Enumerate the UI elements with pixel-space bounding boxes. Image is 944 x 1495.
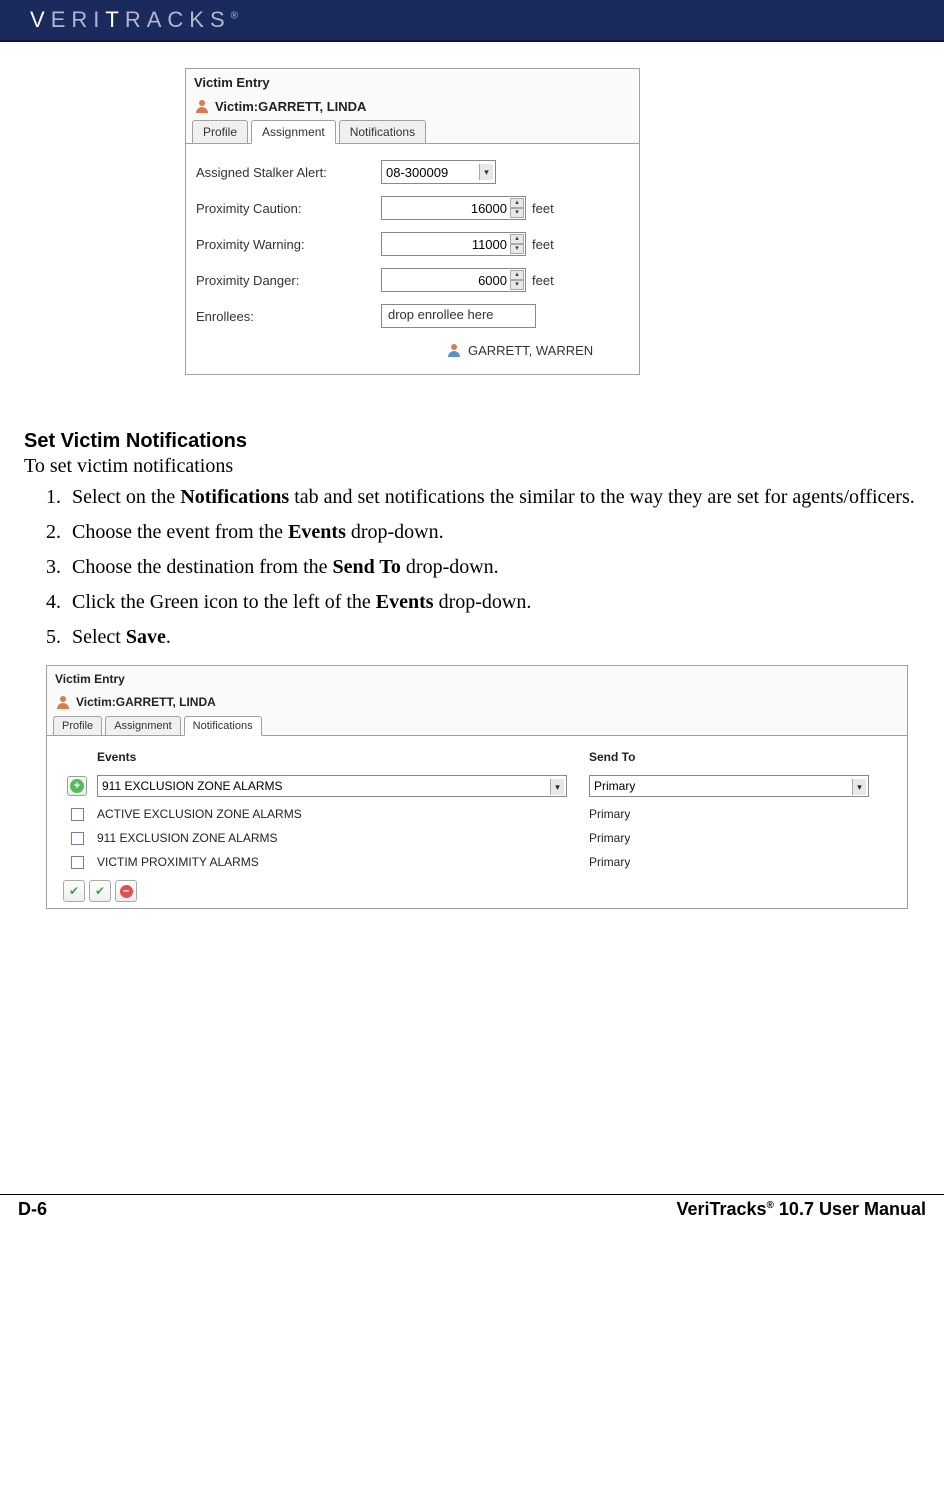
- step-item: Select on the Notifications tab and set …: [66, 484, 920, 511]
- doc-body: Set Victim Notifications To set victim n…: [20, 430, 924, 651]
- section-subline: To set victim notifications: [24, 455, 920, 478]
- person-icon: [446, 342, 462, 358]
- tab-profile[interactable]: Profile: [192, 120, 248, 144]
- enrollees-dropzone[interactable]: drop enrollee here: [381, 304, 536, 328]
- step-item: Click the Green icon to the left of the …: [66, 589, 920, 616]
- enrollee-item: GARRETT, WARREN: [196, 334, 629, 362]
- row-checkbox[interactable]: [71, 856, 84, 869]
- steps-list: Select on the Notifications tab and set …: [66, 484, 920, 651]
- step-item: Choose the event from the Events drop-do…: [66, 519, 920, 546]
- proximity-caution-label: Proximity Caution:: [196, 201, 381, 216]
- tabs: Profile Assignment Notifications: [186, 120, 639, 144]
- person-icon: [55, 694, 71, 710]
- victim-name: GARRETT, LINDA: [258, 99, 366, 114]
- unit-label: feet: [532, 237, 554, 252]
- panel-title: Victim Entry: [47, 666, 907, 690]
- event-cell: 911 EXCLUSION ZONE ALARMS: [97, 831, 589, 845]
- unit-label: feet: [532, 273, 554, 288]
- check-icon: ✔: [69, 884, 79, 898]
- table-row: ACTIVE EXCLUSION ZONE ALARMS Primary: [57, 802, 897, 826]
- proximity-warning-input[interactable]: [381, 232, 526, 256]
- victim-subhead: Victim: GARRETT, LINDA: [186, 94, 639, 120]
- row-checkbox[interactable]: [71, 808, 84, 821]
- app-header: VERITRACKS®: [0, 0, 944, 42]
- page-footer: D-6 VeriTracks® 10.7 User Manual: [0, 1194, 944, 1220]
- victim-prefix: Victim:: [215, 99, 258, 114]
- check-all-button[interactable]: ✔: [63, 880, 85, 902]
- events-header: Events: [97, 750, 589, 764]
- sendto-cell: Primary: [589, 855, 897, 869]
- logo: VERITRACKS®: [30, 7, 238, 33]
- events-select[interactable]: [97, 775, 567, 797]
- sendto-select[interactable]: [589, 775, 869, 797]
- sendto-cell: Primary: [589, 831, 897, 845]
- assigned-stalker-select[interactable]: [381, 160, 496, 184]
- proximity-warning-label: Proximity Warning:: [196, 237, 381, 252]
- proximity-danger-label: Proximity Danger:: [196, 273, 381, 288]
- tab-assignment[interactable]: Assignment: [105, 716, 180, 736]
- victim-entry-panel-notifications: Victim Entry Victim: GARRETT, LINDA Prof…: [46, 665, 908, 909]
- add-button[interactable]: +: [67, 776, 87, 796]
- person-icon: [194, 98, 210, 114]
- enrollees-label: Enrollees:: [196, 309, 381, 324]
- row-checkbox[interactable]: [71, 832, 84, 845]
- new-notification-row: + ▾ ▾: [57, 770, 897, 802]
- check-button[interactable]: ✔: [89, 880, 111, 902]
- section-heading: Set Victim Notifications: [24, 430, 920, 453]
- unit-label: feet: [532, 201, 554, 216]
- table-row: 911 EXCLUSION ZONE ALARMS Primary: [57, 826, 897, 850]
- sendto-header: Send To: [589, 750, 897, 764]
- panel-title: Victim Entry: [186, 69, 639, 94]
- manual-title: VeriTracks® 10.7 User Manual: [676, 1199, 926, 1220]
- page-number: D-6: [18, 1199, 47, 1220]
- victim-subhead: Victim: GARRETT, LINDA: [47, 690, 907, 716]
- minus-icon: –: [120, 885, 133, 898]
- step-item: Choose the destination from the Send To …: [66, 554, 920, 581]
- plus-icon: +: [70, 779, 84, 793]
- tab-notifications[interactable]: Notifications: [339, 120, 426, 144]
- victim-prefix: Victim:: [76, 695, 116, 709]
- table-row: VICTIM PROXIMITY ALARMS Primary: [57, 850, 897, 874]
- proximity-caution-input[interactable]: [381, 196, 526, 220]
- victim-entry-panel-assignment: Victim Entry Victim: GARRETT, LINDA Prof…: [185, 68, 640, 375]
- tab-assignment[interactable]: Assignment: [251, 120, 336, 144]
- tabs: Profile Assignment Notifications: [47, 716, 907, 736]
- victim-name: GARRETT, LINDA: [116, 695, 216, 709]
- remove-button[interactable]: –: [115, 880, 137, 902]
- tab-notifications[interactable]: Notifications: [184, 716, 262, 736]
- event-cell: VICTIM PROXIMITY ALARMS: [97, 855, 589, 869]
- panel-toolbar: ✔ ✔ –: [57, 874, 897, 902]
- sendto-cell: Primary: [589, 807, 897, 821]
- enrollee-name: GARRETT, WARREN: [468, 343, 593, 358]
- event-cell: ACTIVE EXCLUSION ZONE ALARMS: [97, 807, 589, 821]
- check-icon: ✔: [95, 884, 105, 898]
- proximity-danger-input[interactable]: [381, 268, 526, 292]
- assigned-stalker-label: Assigned Stalker Alert:: [196, 165, 381, 180]
- step-item: Select Save.: [66, 624, 920, 651]
- tab-profile[interactable]: Profile: [53, 716, 102, 736]
